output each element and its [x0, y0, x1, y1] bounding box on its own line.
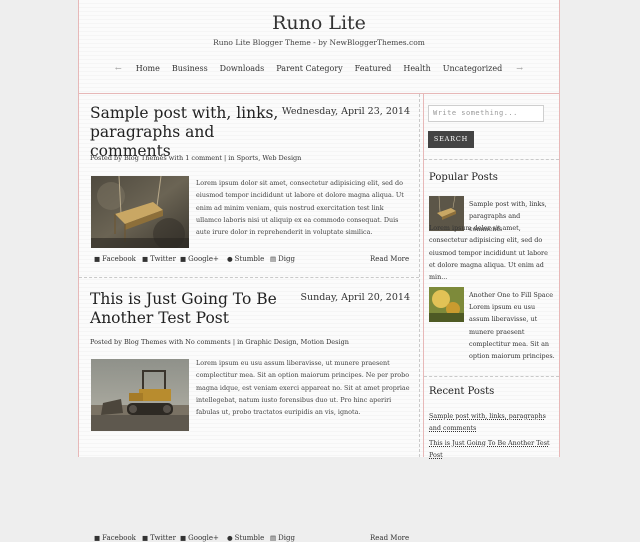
post-meta: Posted by Blog Themes with 1 comment | i…	[90, 154, 302, 162]
nav-prev-arrow-icon[interactable]: ←	[115, 64, 122, 73]
popular-post-title[interactable]: Another One to Fill Space	[469, 289, 555, 301]
share-stumble-label: Stumble	[234, 255, 265, 263]
share-facebook-label: Facebook	[102, 255, 136, 263]
share-stumble-label: Stumble	[234, 534, 265, 542]
twitter-icon: ■	[142, 255, 149, 263]
twitter-icon: ■	[142, 534, 149, 542]
share-twitter[interactable]: ■ Twitter	[142, 534, 176, 542]
nav-item-health[interactable]: Health	[403, 64, 430, 73]
post-date: Wednesday, April 23, 2014	[281, 106, 410, 117]
main-nav: ← Home Business Downloads Parent Category Fea…	[79, 64, 559, 73]
post: Sample post with, links, paragraphs and …	[90, 104, 410, 276]
post-thumbnail[interactable]	[91, 176, 189, 248]
nav-item-downloads[interactable]: Downloads	[220, 64, 265, 73]
post-excerpt: Lorem ipsum eu usu assum liberavisse, ut…	[196, 359, 410, 417]
recent-posts-title: Recent Posts	[429, 386, 495, 397]
main-content: Sample post with, links, paragraphs and …	[79, 94, 420, 542]
popular-post-excerpt: Lorem ipsum eu usu assum liberavisse, ut…	[469, 303, 555, 361]
search-input[interactable]: Write something...	[428, 105, 544, 122]
share-stumble[interactable]: ● Stumble	[227, 255, 264, 263]
search-button[interactable]: SEARCH	[428, 131, 474, 148]
share-facebook[interactable]: ■ Facebook	[94, 534, 136, 542]
nav-item-featured[interactable]: Featured	[355, 64, 392, 73]
googleplus-icon: ■	[180, 255, 187, 263]
share-digg-label: Digg	[278, 255, 295, 263]
share-googleplus-label: Google+	[188, 534, 219, 542]
googleplus-icon: ■	[180, 534, 187, 542]
nav-item-business[interactable]: Business	[172, 64, 208, 73]
post-date: Sunday, April 20, 2014	[300, 292, 410, 303]
post-excerpt: Lorem ipsum dolor sit amet, consectetur …	[196, 179, 404, 237]
post-divider	[79, 277, 419, 278]
popular-post-thumbnail[interactable]	[429, 287, 464, 322]
share-googleplus-label: Google+	[188, 255, 219, 263]
share-facebook[interactable]: ■ Facebook	[94, 255, 136, 263]
facebook-icon: ■	[94, 255, 101, 263]
post-meta: Posted by Blog Themes with No comments |…	[90, 338, 349, 346]
nav-next-arrow-icon[interactable]: →	[516, 64, 523, 73]
read-more-link[interactable]: Read More	[370, 255, 409, 263]
share-twitter[interactable]: ■ Twitter	[142, 255, 176, 263]
bulldozer-image	[91, 359, 189, 431]
sidebar-divider	[424, 376, 559, 377]
share-googleplus[interactable]: ■ Google+	[180, 255, 219, 263]
nav-item-home[interactable]: Home	[136, 64, 160, 73]
recent-post-link[interactable]: Sample post with, links, paragraphs and …	[429, 410, 554, 434]
popular-posts-title: Popular Posts	[429, 172, 498, 183]
share-digg-label: Digg	[278, 534, 295, 542]
stumble-icon: ●	[227, 255, 233, 263]
digg-icon: ▤	[270, 255, 277, 263]
post-title[interactable]: Sample post with, links, paragraphs and …	[90, 104, 280, 161]
post-thumbnail[interactable]	[91, 359, 189, 431]
facebook-icon: ■	[94, 534, 101, 542]
share-twitter-label: Twitter	[150, 255, 176, 263]
share-digg[interactable]: ▤ Digg	[270, 255, 295, 263]
share-stumble[interactable]: ● Stumble	[227, 534, 264, 542]
share-digg[interactable]: ▤ Digg	[270, 534, 295, 542]
site-tagline: Runo Lite Blogger Theme - by NewBloggerT…	[213, 38, 425, 47]
page: Runo Lite Runo Lite Blogger Theme - by N…	[78, 0, 560, 542]
sidebar-divider	[424, 159, 559, 160]
flower-field-image	[429, 287, 464, 322]
stumble-icon: ●	[227, 534, 233, 542]
read-more-link[interactable]: Read More	[370, 534, 409, 542]
sidebar: Write something... SEARCH Popular Posts …	[424, 94, 559, 459]
post: This is Just Going To Be Another Test Po…	[90, 290, 410, 542]
popular-post-excerpt: Lorem ipsum dolor sit amet, consectetur …	[429, 224, 548, 282]
share-twitter-label: Twitter	[150, 534, 176, 542]
nav-item-parent-category[interactable]: Parent Category	[276, 64, 342, 73]
swing-image	[91, 176, 189, 248]
recent-post-link[interactable]: This is Just Going To Be Another Test Po…	[429, 437, 554, 461]
digg-icon: ▤	[270, 534, 277, 542]
share-googleplus[interactable]: ■ Google+	[180, 534, 219, 542]
nav-item-uncategorized[interactable]: Uncategorized	[443, 64, 502, 73]
site-title[interactable]: Runo Lite	[79, 12, 559, 34]
share-facebook-label: Facebook	[102, 534, 136, 542]
post-title[interactable]: This is Just Going To Be Another Test Po…	[90, 290, 280, 328]
